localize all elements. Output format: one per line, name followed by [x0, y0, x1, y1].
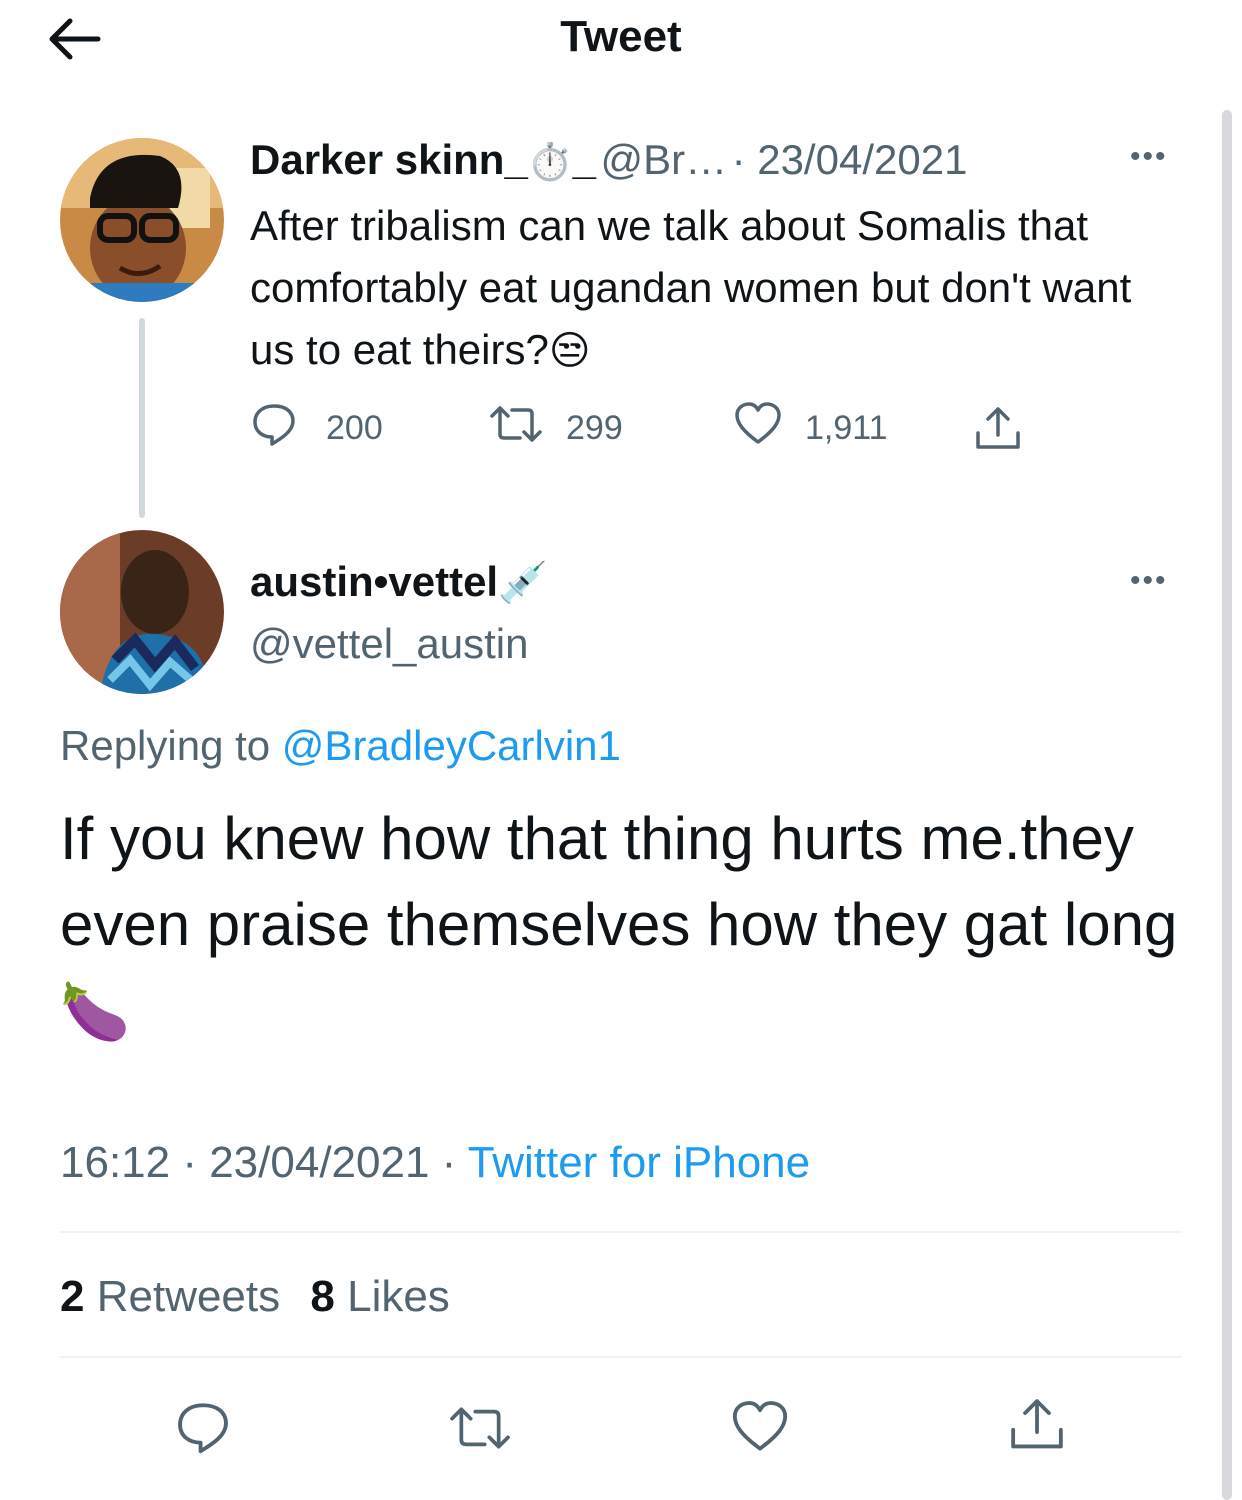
parent-display-name: Darker skinn_ [250, 136, 528, 183]
scrollbar[interactable] [1222, 110, 1232, 1500]
tweet-source-link[interactable]: Twitter for iPhone [468, 1138, 810, 1187]
replying-prefix: Replying to [60, 722, 271, 769]
retweets-count: 2 [60, 1272, 85, 1321]
retweets-label: Retweets [96, 1272, 281, 1321]
reply-tweet-text: If you knew how that thing hurts me.they… [60, 805, 1178, 958]
page-title: Tweet [560, 12, 682, 61]
retweets-stat[interactable]: 2 Retweets [60, 1272, 280, 1321]
parent-more-icon[interactable]: ••• [1130, 140, 1168, 174]
parent-share-icon[interactable] [972, 403, 1024, 460]
syringe-emoji-icon: 💉 [498, 561, 548, 605]
parent-retweet-count: 299 [566, 408, 623, 447]
parent-name-suffix: _ [572, 136, 597, 183]
parent-retweet-button[interactable]: 299 [488, 403, 623, 453]
reply-text-block: If you knew how that thing hurts me.they… [60, 796, 1180, 1055]
parent-reply-count: 200 [326, 408, 383, 447]
thread-line [139, 318, 145, 518]
reply-header[interactable]: austin•vettel💉 [250, 558, 548, 606]
parent-date: · 23/04/2021 [731, 136, 968, 183]
engagement-stats: 2 Retweets 8 Likes [60, 1272, 450, 1322]
parent-text-block: After tribalism can we talk about Somali… [250, 195, 1150, 382]
parent-reply-button[interactable]: 200 [250, 403, 383, 453]
parent-header[interactable]: Darker skinn_⏱️_ @Br… · 23/04/2021 [250, 136, 1130, 192]
reply-avatar[interactable] [60, 530, 224, 694]
like-icon [733, 400, 783, 457]
reply-handle[interactable]: @vettel_austin [250, 620, 528, 668]
retweet-icon [450, 1407, 510, 1449]
likes-label: Likes [347, 1272, 450, 1321]
reply-icon [178, 1403, 228, 1454]
divider [60, 1231, 1182, 1233]
like-button[interactable] [730, 1398, 790, 1461]
divider [60, 1356, 1182, 1358]
replying-to-link[interactable]: @BradleyCarlvin1 [282, 722, 621, 769]
share-button[interactable] [1006, 1394, 1068, 1461]
parent-tweet-text: After tribalism can we talk about Somali… [250, 202, 1132, 373]
replying-to-line: Replying to @BradleyCarlvin1 [60, 722, 621, 770]
parent-like-button[interactable]: 1,911 [733, 401, 888, 453]
reply-icon [250, 400, 298, 457]
share-icon [1011, 1399, 1063, 1449]
retweet-icon [488, 400, 544, 457]
reply-more-icon[interactable]: ••• [1130, 564, 1168, 598]
parent-handle: @Br… [600, 136, 728, 183]
tweet-timestamp[interactable]: 16:12 · 23/04/2021 · [60, 1138, 456, 1187]
stopwatch-emoji-icon: ⏱️ [527, 141, 573, 182]
likes-count: 8 [310, 1272, 335, 1321]
reply-button[interactable] [174, 1398, 232, 1461]
likes-stat[interactable]: 8 Likes [310, 1272, 449, 1321]
tweet-meta: 16:12 · 23/04/2021 · Twitter for iPhone [60, 1138, 810, 1188]
unamused-emoji-icon: 😒 [548, 329, 591, 373]
reply-display-name: austin•vettel [250, 558, 499, 605]
eggplant-emoji-icon: 🍆 [60, 980, 130, 1043]
retweet-button[interactable] [446, 1400, 514, 1461]
parent-like-count: 1,911 [805, 408, 888, 447]
like-icon [732, 1401, 788, 1451]
parent-avatar[interactable] [60, 138, 224, 302]
